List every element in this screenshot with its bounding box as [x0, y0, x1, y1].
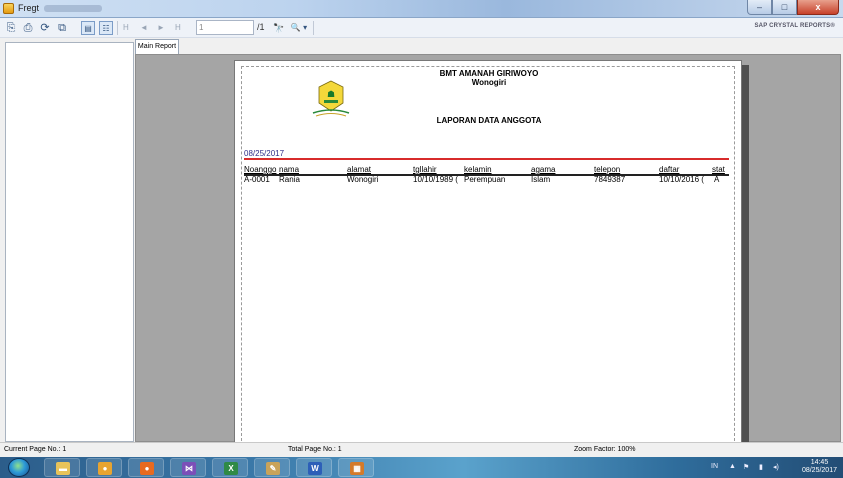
- prev-page-icon[interactable]: ◄: [140, 21, 148, 35]
- group-tree-panel[interactable]: [5, 42, 134, 442]
- column-header: agama: [531, 165, 556, 174]
- taskbar-app-explorer[interactable]: ▬: [44, 458, 80, 477]
- column-header: nama: [279, 165, 300, 174]
- current-page-status: Current Page No.: 1: [4, 446, 67, 453]
- header-divider: [244, 158, 729, 160]
- clock-time: 14:45: [810, 459, 829, 466]
- start-button[interactable]: [8, 458, 30, 477]
- word-icon: W: [308, 462, 322, 475]
- language-indicator[interactable]: IN: [711, 463, 718, 470]
- table-cell: A: [714, 175, 720, 184]
- report-date: 08/25/2017: [244, 149, 285, 158]
- column-header: kelamin: [464, 165, 492, 174]
- clock-date: 08/25/2017: [801, 467, 837, 474]
- tray-chevron-icon[interactable]: ▲: [729, 463, 736, 470]
- refresh-icon[interactable]: ⟳: [38, 21, 52, 35]
- excel-icon: X: [224, 462, 238, 475]
- chrome-icon: ●: [98, 462, 112, 475]
- table-cell: Perempuan: [464, 175, 506, 184]
- taskbar-app-visual-studio[interactable]: ⋈: [170, 458, 206, 477]
- toggle-group-tree-icon[interactable]: ▤: [81, 21, 95, 35]
- flag-icon[interactable]: ⚑: [743, 463, 749, 471]
- volume-icon[interactable]: ◂): [773, 463, 779, 471]
- last-page-icon[interactable]: H: [175, 21, 181, 35]
- column-header: alamat: [347, 165, 372, 174]
- page-number-input[interactable]: 1: [196, 20, 254, 35]
- table-cell: Wonogiri: [347, 175, 379, 184]
- zoom-status: Zoom Factor: 100%: [574, 446, 636, 453]
- taskbar-app-word[interactable]: W: [296, 458, 332, 477]
- window-controls: – □ x: [747, 0, 839, 16]
- zoom-icon[interactable]: 🔍 ▾: [288, 21, 310, 35]
- total-page-status: Total Page No.: 1: [288, 446, 342, 453]
- network-icon[interactable]: ▮: [759, 463, 763, 471]
- report-page: ☗ BMT AMANAH GIRIWOYO Wonogiri LAPORAN D…: [234, 60, 743, 446]
- sap-brand-label: SAP CRYSTAL REPORTS®: [754, 23, 835, 29]
- report-header: BMT AMANAH GIRIWOYO Wonogiri: [235, 69, 743, 87]
- print-icon[interactable]: ⎙: [21, 21, 35, 35]
- table-cell: A-0001: [244, 175, 270, 184]
- explorer-icon: ▬: [56, 462, 70, 475]
- taskbar-app-chrome[interactable]: ●: [86, 458, 122, 477]
- export-icon[interactable]: ⎘: [4, 21, 18, 35]
- org-name: BMT AMANAH GIRIWOYO: [439, 69, 539, 78]
- table-cell: 10/10/2016 (: [659, 175, 704, 184]
- column-header: telepon: [594, 165, 621, 174]
- next-page-icon[interactable]: ►: [157, 21, 165, 35]
- table-cell: 7849387: [594, 175, 626, 184]
- title-bar: Fregt – □ x: [0, 0, 843, 18]
- minimize-button[interactable]: –: [747, 0, 772, 15]
- table-cell: 10/10/1989 (: [413, 175, 458, 184]
- title-blur: [44, 5, 102, 12]
- system-tray: IN ▲ ⚑ ▮ ◂) 14:45 08/25/2017: [693, 457, 843, 478]
- column-header: Noanggo: [244, 165, 277, 174]
- taskbar-app-firefox[interactable]: ●: [128, 458, 164, 477]
- close-button[interactable]: x: [797, 0, 839, 15]
- column-header: tgllahir: [413, 165, 437, 174]
- tab-main-report[interactable]: Main Report: [135, 39, 179, 54]
- firefox-icon: ●: [140, 462, 154, 475]
- svg-text:☗: ☗: [327, 89, 335, 99]
- taskbar-app-paint[interactable]: ✎: [254, 458, 290, 477]
- search-icon[interactable]: 🔭: [272, 21, 286, 35]
- report-title: LAPORAN DATA ANGGOTA: [436, 116, 542, 125]
- copy-icon[interactable]: ⧉: [55, 21, 69, 35]
- window-title: Fregt: [18, 3, 40, 13]
- paint-icon: ✎: [266, 462, 280, 475]
- taskbar-app-excel[interactable]: X: [212, 458, 248, 477]
- status-bar: Current Page No.: 1 Total Page No.: 1 Zo…: [0, 442, 843, 457]
- column-header: daftar: [659, 165, 680, 174]
- group-tree-icon[interactable]: ☷: [99, 21, 113, 35]
- report-app-icon: ▦: [350, 462, 364, 475]
- taskbar-app-report-app[interactable]: ▦: [338, 458, 374, 477]
- app-icon: [3, 3, 14, 14]
- page-total: /1: [257, 22, 265, 32]
- report-viewer[interactable]: ☗ BMT AMANAH GIRIWOYO Wonogiri LAPORAN D…: [135, 54, 841, 446]
- viewer-toolbar: ⎘ ⎙ ⟳ ⧉ ▤ ☷ H ◄ ► H 1 /1 🔭 🔍 ▾ SAP CRYST…: [0, 18, 843, 38]
- visual-studio-icon: ⋈: [182, 462, 196, 475]
- column-header: stat: [712, 165, 725, 174]
- windows-taskbar: ▬ ● ● ⋈ X ✎ W ▦ IN ▲ ⚑ ▮ ◂) 14:45 08/25/2017: [0, 457, 843, 478]
- toolbar-divider: [117, 21, 118, 35]
- clock[interactable]: 14:45 08/25/2017: [802, 459, 837, 475]
- toolbar-divider: [313, 21, 314, 35]
- table-cell: Rania: [279, 175, 300, 184]
- maximize-button[interactable]: □: [772, 0, 797, 15]
- org-city: Wonogiri: [471, 78, 507, 87]
- table-cell: Islam: [531, 175, 551, 184]
- first-page-icon[interactable]: H: [123, 21, 129, 35]
